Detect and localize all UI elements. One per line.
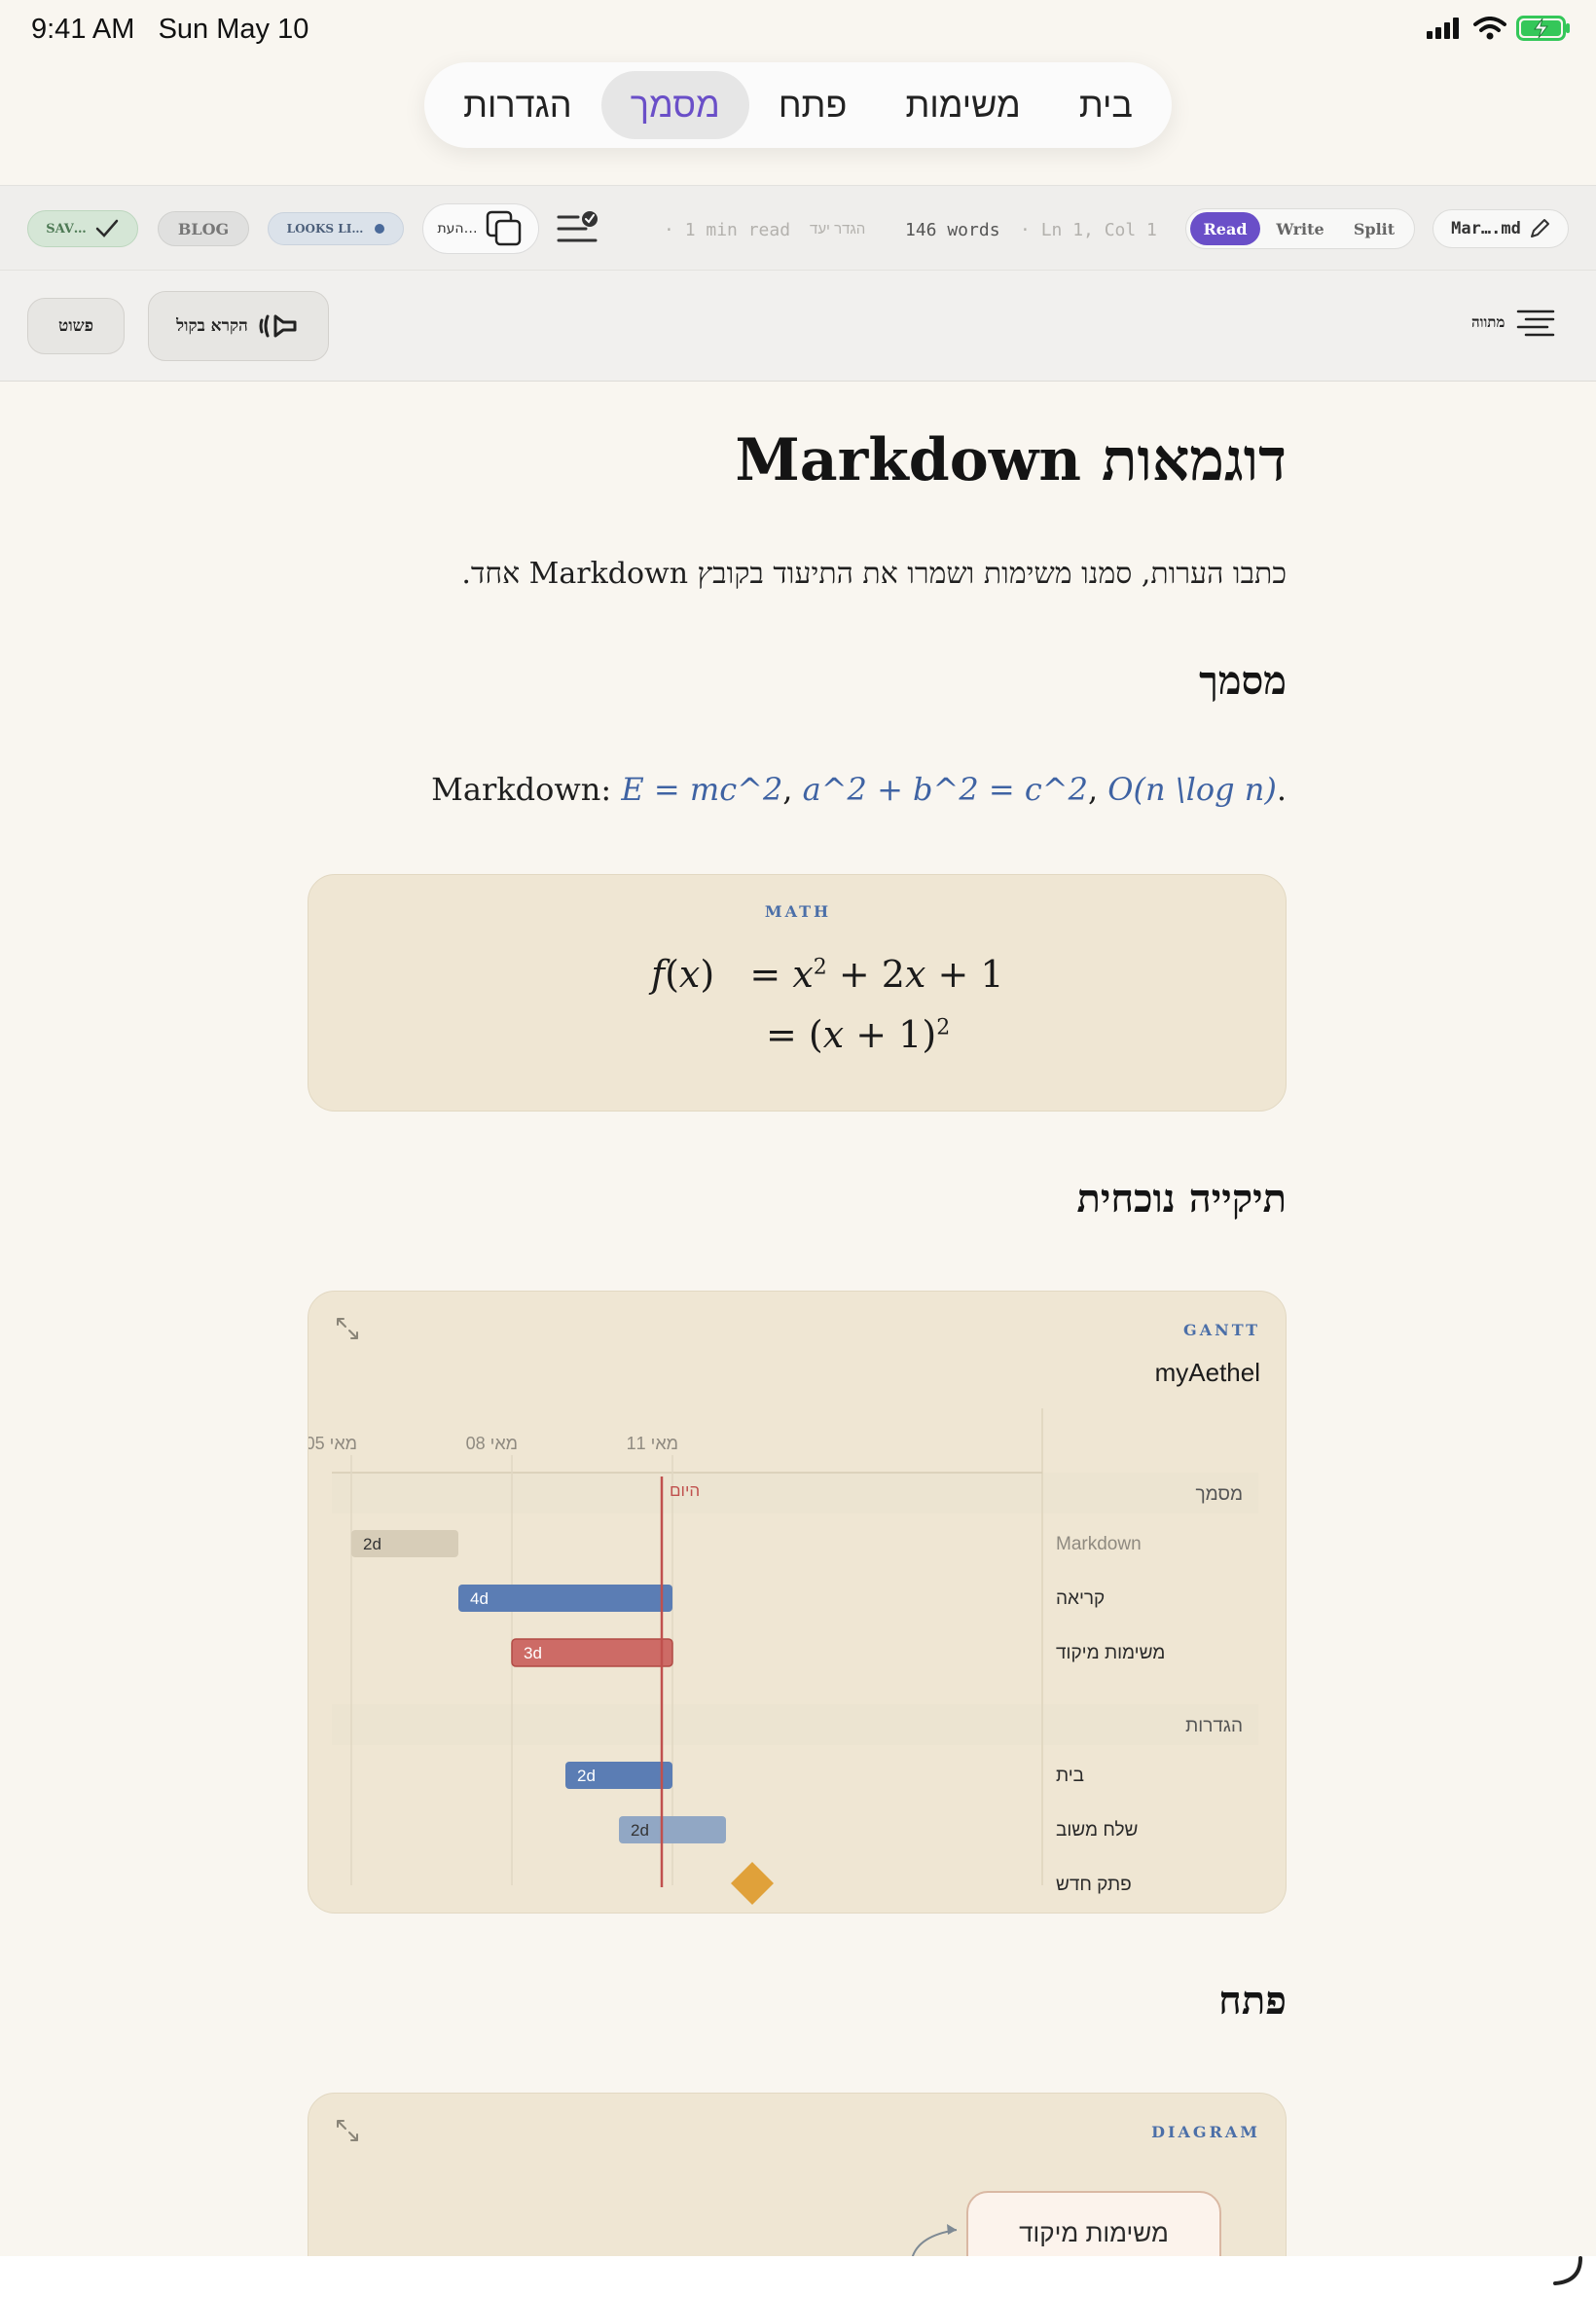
math-card-label: MATH [764, 902, 832, 921]
write-mode-button[interactable]: Write [1264, 212, 1336, 245]
split-mode-label: Split [1353, 219, 1396, 238]
saved-label: SAV… [46, 221, 87, 237]
outline-icon [1517, 310, 1555, 337]
check-icon [95, 219, 119, 237]
looks-like-pill[interactable]: LOOKS LI… [268, 212, 404, 245]
section-heading-open: פתח [1218, 1978, 1287, 2024]
gantt-chart: מאי 05 מאי 08 מאי 11 מסמך Markdown 2d קריאה 4d מ… [308, 1408, 1258, 1905]
gantt-task-label: משימות מיקוד [1056, 1643, 1165, 1663]
section-heading-current-folder: תיקייה נוכחית [1076, 1176, 1287, 1221]
diagram-node-label: משימות מיקוד [1019, 2217, 1169, 2247]
bottom-safe-area [0, 2256, 1596, 2297]
math-card: MATH f(x) = x2 + 2x + 1 = (x + 1)2 [308, 874, 1287, 1112]
gantt-section-label: הגדרות [1185, 1716, 1243, 1736]
status-bar: 9:41 AM Sun May 10 [0, 0, 1596, 62]
read-mode-label: Read [1203, 219, 1248, 238]
simple-button[interactable]: פשוט [27, 298, 125, 354]
tab-settings[interactable]: הגדרות [434, 71, 600, 139]
goal-button[interactable]: הגדר יעד [810, 221, 865, 237]
speaker-icon [259, 314, 297, 338]
write-mode-label: Write [1276, 219, 1324, 238]
blog-label: BLOG [177, 219, 230, 238]
tab-document[interactable]: מסמך [600, 71, 749, 139]
read-mode-button[interactable]: Read [1190, 212, 1260, 245]
copy-button[interactable]: העת… [422, 203, 539, 254]
gantt-bar-label: 3d [524, 1644, 542, 1662]
read-aloud-button[interactable]: הקרא בקול [148, 291, 329, 361]
checklist-icon[interactable] [557, 209, 599, 248]
copy-label: העת… [437, 221, 478, 237]
gantt-bar-label: 2d [631, 1821, 649, 1840]
simple-label: פשוט [58, 316, 93, 336]
gantt-axis-tick: מאי 11 [627, 1434, 678, 1453]
gantt-task-label: Markdown [1056, 1534, 1142, 1554]
inline-math-line: Markdown: E = mc^2, a^2 + b^2 = c^2, O(n… [431, 771, 1287, 808]
view-mode-switch: Read Write Split [1185, 208, 1415, 249]
resize-handle-icon[interactable] [1551, 2254, 1584, 2287]
section-heading-document: מסמך [1199, 658, 1287, 704]
gantt-axis-tick: מאי 05 [308, 1434, 357, 1453]
wifi-icon [1473, 17, 1506, 40]
secondary-toolbar: פשוט הקרא בקול מתווה [0, 271, 1596, 382]
word-count: 146 words [905, 220, 1000, 240]
split-mode-button[interactable]: Split [1338, 212, 1410, 245]
saved-status-pill[interactable]: SAV… [27, 210, 138, 247]
status-icons [1427, 16, 1571, 41]
gantt-card: GANTT myAethel מאי 05מאי 08מאי 11מסמךMar… [308, 1291, 1287, 1914]
math-equation-line-2: = (x + 1)2 [766, 1013, 951, 1056]
tab-tasks[interactable]: משימות [877, 71, 1050, 139]
read-aloud-label: הקרא בקול [176, 316, 248, 336]
inline-math-2: a^2 + b^2 = c^2 [802, 771, 1088, 808]
math-equation-line-1: f(x) = x2 + 2x + 1 [651, 953, 1004, 996]
status-time: 9:41 AM Sun May 10 [31, 14, 309, 45]
gantt-task-label: קריאה [1056, 1588, 1105, 1609]
gantt-task-label: בית [1056, 1766, 1084, 1786]
gantt-bar-label: 4d [470, 1589, 489, 1608]
gantt-today-label: היום [670, 1481, 700, 1500]
diagram-card-label: DIAGRAM [1151, 2123, 1260, 2141]
gantt-bar [458, 1585, 672, 1612]
diagram-edge [911, 2224, 958, 2259]
gantt-section-label: מסמך [1195, 1484, 1243, 1505]
expand-icon[interactable] [334, 2117, 361, 2144]
gantt-section-band [332, 1473, 1258, 1513]
document-intro: כתבו הערות, סמנו משימות ושמרו את התיעוד … [461, 557, 1287, 591]
battery-icon [1516, 16, 1570, 41]
file-name-button[interactable]: Mar….md [1433, 209, 1569, 248]
read-time: · 1 min read [664, 220, 791, 240]
gantt-task-label: פתק חדש [1056, 1875, 1132, 1895]
gantt-axis-tick: מאי 08 [466, 1434, 518, 1453]
blog-button[interactable]: BLOG [158, 211, 249, 246]
inline-math-1: E = mc^2 [621, 771, 783, 808]
file-name-label: Mar….md [1451, 219, 1521, 238]
cursor-position: · Ln 1, Col 1 [1020, 220, 1157, 240]
math-line-prefix: Markdown: [431, 771, 612, 808]
inline-math-3: O(n \log n) [1107, 771, 1277, 808]
gantt-task-label: שלח משוב [1056, 1820, 1139, 1841]
editor-toolbar: SAV… BLOG LOOKS LI… העת… · 1 min read הג… [0, 185, 1596, 271]
signal-icon [1427, 18, 1459, 39]
status-dot-icon [375, 224, 385, 234]
looks-like-label: LOOKS LI… [286, 222, 364, 236]
outline-button[interactable]: מתווה [1471, 308, 1555, 337]
outline-label: מתווה [1471, 312, 1505, 331]
tab-open[interactable]: פתח [749, 71, 877, 139]
gantt-bar-label: 2d [363, 1535, 381, 1553]
gantt-milestone [731, 1862, 774, 1905]
document-title: דוגמאות Markdown [735, 426, 1287, 494]
top-nav: בית משימות פתח מסמך הגדרות [424, 62, 1172, 148]
pencil-icon [1530, 219, 1549, 237]
tab-home[interactable]: בית [1050, 71, 1162, 139]
gantt-bar-label: 2d [577, 1767, 596, 1785]
copy-icon [486, 210, 521, 246]
gantt-section-band [332, 1704, 1258, 1745]
document-body: דוגמאות Markdown כתבו הערות, סמנו משימות… [0, 382, 1596, 2297]
